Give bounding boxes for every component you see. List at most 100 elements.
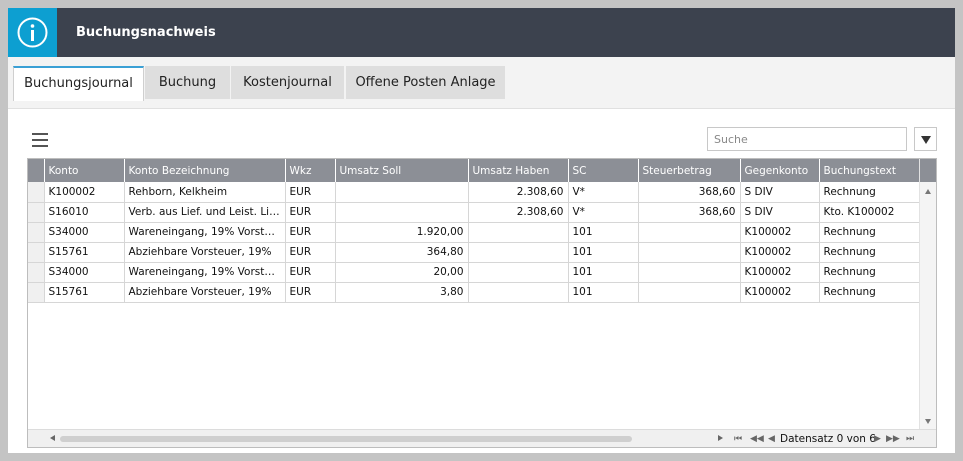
column-header[interactable]: Konto xyxy=(44,159,125,182)
cell-steuerbetrag: 368,60 xyxy=(638,202,741,223)
cell-gegenkonto: S DIV xyxy=(740,202,820,223)
cell-konto: S15761 xyxy=(44,242,125,263)
previous-record-icon[interactable]: ◀ xyxy=(768,432,775,446)
cell-gegenkonto: K100002 xyxy=(740,242,820,263)
cell-buchungstext: Rechnung xyxy=(819,282,921,303)
grid-footer: ⏮ ◀◀ ◀ Datensatz 0 von 6 ▶ ▶▶ ⏭ xyxy=(28,429,936,447)
cell-umsatz-haben xyxy=(468,242,569,263)
tab-content: Konto Konto Bezeichnung Wkz Umsatz Soll … xyxy=(8,109,955,453)
tab-offene-posten-anlage[interactable]: Offene Posten Anlage xyxy=(346,66,505,99)
table-row[interactable]: S15761 Abziehbare Vorsteuer, 19% EUR 364… xyxy=(28,242,921,263)
scroll-left-icon[interactable] xyxy=(50,435,55,441)
row-selector[interactable] xyxy=(28,202,45,223)
row-selector[interactable] xyxy=(28,242,45,263)
cell-gegenkonto: S DIV xyxy=(740,182,820,203)
cell-gegenkonto: K100002 xyxy=(740,262,820,283)
cell-steuerbetrag xyxy=(638,282,741,303)
column-header[interactable]: Gegenkonto xyxy=(740,159,820,182)
tab-buchung[interactable]: Buchung xyxy=(145,66,230,99)
cell-bezeichnung: Abziehbare Vorsteuer, 19% xyxy=(124,282,286,303)
cell-wkz: EUR xyxy=(285,242,336,263)
window: Buchungsnachweis Buchungsjournal Buchung… xyxy=(8,8,955,453)
table-row[interactable]: S15761 Abziehbare Vorsteuer, 19% EUR 3,8… xyxy=(28,282,921,303)
journal-table: Konto Konto Bezeichnung Wkz Umsatz Soll … xyxy=(28,159,921,303)
cell-bezeichnung: Rehborn, Kelkheim xyxy=(124,182,286,203)
cell-buchungstext: Rechnung xyxy=(819,242,921,263)
cell-gegenkonto: K100002 xyxy=(740,222,820,243)
row-selector-header[interactable] xyxy=(28,159,45,182)
cell-sc: 101 xyxy=(568,242,639,263)
first-page-icon[interactable]: ⏮ xyxy=(734,432,742,446)
hamburger-menu-icon[interactable] xyxy=(32,133,48,147)
cell-konto: S16010 xyxy=(44,202,125,223)
column-header[interactable]: Wkz xyxy=(285,159,336,182)
cell-umsatz-soll: 364,80 xyxy=(335,242,469,263)
table-header-row: Konto Konto Bezeichnung Wkz Umsatz Soll … xyxy=(28,159,921,182)
cell-bezeichnung: Verb. aus Lief. und Leist. Liefe... xyxy=(124,202,286,223)
cell-umsatz-soll: 1.920,00 xyxy=(335,222,469,243)
table-row[interactable]: S34000 Wareneingang, 19% Vorsteuer EUR 1… xyxy=(28,222,921,243)
tab-buchungsjournal[interactable]: Buchungsjournal xyxy=(13,66,144,101)
vertical-scrollbar[interactable] xyxy=(919,159,936,429)
cell-steuerbetrag xyxy=(638,242,741,263)
scroll-right-icon[interactable] xyxy=(718,435,723,441)
cell-bezeichnung: Wareneingang, 19% Vorsteuer xyxy=(124,222,286,243)
table-row[interactable]: S16010 Verb. aus Lief. und Leist. Liefe.… xyxy=(28,202,921,223)
row-selector[interactable] xyxy=(28,222,45,243)
cell-sc: 101 xyxy=(568,262,639,283)
cell-sc: V* xyxy=(568,202,639,223)
info-icon xyxy=(17,17,48,48)
next-record-icon[interactable]: ▶ xyxy=(874,432,881,446)
column-header[interactable]: Umsatz Haben xyxy=(468,159,569,182)
tab-kostenjournal[interactable]: Kostenjournal xyxy=(231,66,344,99)
cell-sc: V* xyxy=(568,182,639,203)
cell-umsatz-soll: 20,00 xyxy=(335,262,469,283)
table-row[interactable]: K100002 Rehborn, Kelkheim EUR 2.308,60 V… xyxy=(28,182,921,203)
cell-umsatz-soll: 3,80 xyxy=(335,282,469,303)
header-bar: Buchungsnachweis xyxy=(8,8,955,57)
row-selector[interactable] xyxy=(28,262,45,283)
cell-konto: S34000 xyxy=(44,262,125,283)
cell-konto: S15761 xyxy=(44,282,125,303)
scroll-up-icon[interactable] xyxy=(925,189,931,194)
row-selector[interactable] xyxy=(28,182,45,203)
cell-gegenkonto: K100002 xyxy=(740,282,820,303)
cell-umsatz-haben: 2.308,60 xyxy=(468,182,569,203)
column-header[interactable]: Buchungstext xyxy=(819,159,921,182)
booking-journal-grid: Konto Konto Bezeichnung Wkz Umsatz Soll … xyxy=(27,158,937,448)
cell-wkz: EUR xyxy=(285,262,336,283)
cell-sc: 101 xyxy=(568,282,639,303)
cell-steuerbetrag xyxy=(638,262,741,283)
previous-page-fast-icon[interactable]: ◀◀ xyxy=(750,432,764,446)
column-header[interactable]: SC xyxy=(568,159,639,182)
cell-buchungstext: Rechnung xyxy=(819,222,921,243)
next-page-fast-icon[interactable]: ▶▶ xyxy=(886,432,900,446)
last-page-icon[interactable]: ⏭ xyxy=(906,432,914,446)
horizontal-scrollbar-thumb[interactable] xyxy=(60,436,632,442)
cell-wkz: EUR xyxy=(285,282,336,303)
cell-umsatz-haben: 2.308,60 xyxy=(468,202,569,223)
info-button[interactable] xyxy=(8,8,57,57)
cell-steuerbetrag xyxy=(638,222,741,243)
cell-steuerbetrag: 368,60 xyxy=(638,182,741,203)
cell-buchungstext: Rechnung xyxy=(819,262,921,283)
row-selector[interactable] xyxy=(28,282,45,303)
filter-dropdown-button[interactable] xyxy=(914,127,937,151)
column-header[interactable]: Steuerbetrag xyxy=(638,159,741,182)
cell-umsatz-haben xyxy=(468,222,569,243)
tab-bar: Buchungsjournal Buchung Kostenjournal Of… xyxy=(8,57,955,109)
cell-umsatz-soll xyxy=(335,182,469,203)
record-counter: Datensatz 0 von 6 xyxy=(780,433,876,445)
cell-buchungstext: Kto. K100002 xyxy=(819,202,921,223)
cell-wkz: EUR xyxy=(285,202,336,223)
cell-sc: 101 xyxy=(568,222,639,243)
cell-konto: S34000 xyxy=(44,222,125,243)
search-input[interactable] xyxy=(707,127,907,151)
cell-bezeichnung: Abziehbare Vorsteuer, 19% xyxy=(124,242,286,263)
cell-umsatz-haben xyxy=(468,282,569,303)
scroll-down-icon[interactable] xyxy=(925,419,931,424)
column-header[interactable]: Umsatz Soll xyxy=(335,159,469,182)
column-header[interactable]: Konto Bezeichnung xyxy=(124,159,286,182)
table-row[interactable]: S34000 Wareneingang, 19% Vorsteuer EUR 2… xyxy=(28,262,921,283)
cell-bezeichnung: Wareneingang, 19% Vorsteuer xyxy=(124,262,286,283)
